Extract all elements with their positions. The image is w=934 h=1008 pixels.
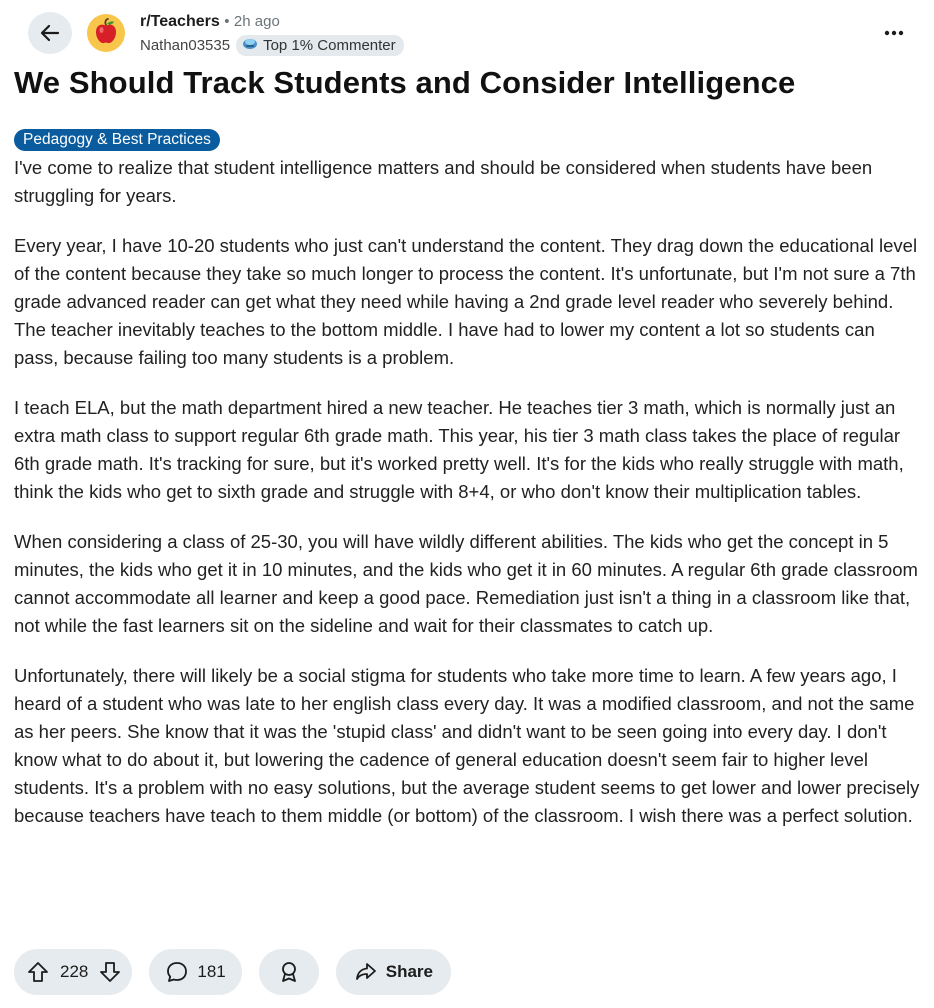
vote-count: 228: [60, 962, 89, 981]
post-meta: r/Teachers • 2h ago Nathan03535 Top 1% C…: [140, 12, 404, 56]
back-arrow-icon: [39, 22, 61, 44]
author-link[interactable]: Nathan03535: [140, 36, 230, 56]
post-header: r/Teachers • 2h ago Nathan03535 Top 1% C…: [14, 0, 920, 62]
post-flair[interactable]: Pedagogy & Best Practices: [14, 129, 220, 151]
post-page: r/Teachers • 2h ago Nathan03535 Top 1% C…: [0, 0, 934, 1008]
more-options-button[interactable]: [876, 14, 912, 50]
author-badge: Top 1% Commenter: [236, 35, 404, 56]
post-paragraph: Every year, I have 10-20 students who ju…: [14, 235, 918, 368]
post-title: We Should Track Students and Consider In…: [14, 65, 796, 100]
vote-control: 228: [14, 949, 133, 995]
comments-button[interactable]: 181: [149, 949, 242, 995]
action-bar: 228 181 Share: [14, 949, 451, 995]
comment-count: 181: [197, 962, 226, 981]
post-body: I've come to realize that student intell…: [14, 154, 920, 830]
post-paragraph: I've come to realize that student intell…: [14, 157, 873, 206]
upvote-icon[interactable]: [26, 960, 50, 984]
commenter-badge-icon: [242, 36, 258, 56]
subreddit-avatar[interactable]: [87, 14, 125, 52]
apple-icon: [91, 16, 121, 51]
meta-separator: •: [224, 13, 230, 30]
post-paragraph: I teach ELA, but the math department hir…: [14, 397, 904, 502]
post-flair-row: Pedagogy & Best Practices: [14, 129, 920, 151]
award-icon: [277, 960, 301, 984]
share-label: Share: [385, 962, 433, 981]
downvote-icon[interactable]: [98, 960, 122, 984]
post-time: 2h ago: [233, 13, 280, 30]
author-badge-label: Top 1% Commenter: [263, 36, 396, 54]
back-button[interactable]: [28, 12, 72, 54]
share-icon: [354, 960, 378, 984]
subreddit-link[interactable]: r/Teachers: [140, 13, 220, 30]
share-button[interactable]: Share: [335, 949, 451, 995]
post-paragraph: Unfortunately, there will likely be a so…: [14, 665, 920, 826]
award-button[interactable]: [258, 949, 319, 995]
more-options-icon: [884, 23, 904, 41]
post-paragraph: When considering a class of 25-30, you w…: [14, 531, 918, 636]
comment-icon: [165, 960, 189, 984]
